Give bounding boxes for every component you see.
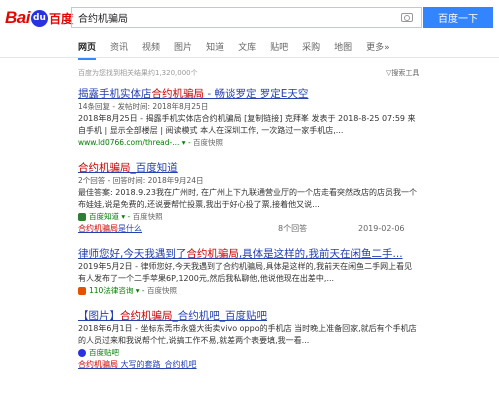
link-text: 是什么 xyxy=(118,224,142,233)
snapshot-link[interactable]: 百度快照 xyxy=(147,286,177,295)
title-text: _合约机吧_百度贴吧 xyxy=(172,310,268,322)
result-meta: 2个回答 - 回答时间: 2018年9月24日 xyxy=(78,176,204,185)
result-abstract: 2019年5月2日 - 律师您好,今天我遇到了合约机骗局,具体是这样的,我前天在… xyxy=(78,262,413,283)
title-text: - 畅谈罗定 罗定E天空 xyxy=(204,88,309,100)
answer-count: 8个回答 xyxy=(278,224,308,233)
results-list: 揭露手机实体店合约机骗局 - 畅谈罗定 罗定E天空 14条回复 - 发帖时间: … xyxy=(78,87,418,383)
result-source-row: 百度知道 ▾ - 百度快照 xyxy=(78,211,418,223)
top-bar: Bai du 百度 合约机骗局 百度一下 xyxy=(0,0,499,36)
camera-icon[interactable] xyxy=(401,13,413,22)
result-item: 律师您好,今天我遇到了合约机骗局,具体是这样的,我前天在闲鱼二手... 2019… xyxy=(78,247,418,297)
related-post-row: 合约机骗局 大写的套路_合约机吧 xyxy=(78,359,418,371)
related-post-link[interactable]: 合约机骗局 大写的套路_合约机吧 xyxy=(78,359,197,371)
search-tools-label: 搜索工具 xyxy=(391,69,420,77)
search-input[interactable]: 合约机骗局 xyxy=(72,10,401,25)
search-box[interactable]: 合约机骗局 xyxy=(71,7,422,28)
result-count: 百度为您找到相关结果约1,320,000个 xyxy=(78,69,198,77)
result-source-row: 110法律咨询 ▾ - 百度快照 xyxy=(78,285,418,297)
zhidao-icon xyxy=(78,213,86,221)
result-abstract: 2018年8月25日 - 揭露手机实体店合约机骗局 [复制链接] 克拜峯 发表于… xyxy=(78,114,416,135)
title-text: _百度知道 xyxy=(130,162,178,174)
search-button[interactable]: 百度一下 xyxy=(423,7,493,28)
title-text: ,具体是这样的,我前天在闲鱼二手... xyxy=(238,248,403,260)
result-source-row: 百度贴吧 xyxy=(78,347,418,359)
tieba-icon xyxy=(78,349,86,357)
title-highlight: 合约机骗局 xyxy=(186,248,239,260)
title-text: 揭露手机实体店 xyxy=(78,88,152,100)
tabs-divider xyxy=(0,57,499,58)
result-title[interactable]: 合约机骗局_百度知道 xyxy=(78,161,418,175)
snapshot-link[interactable]: 百度快照 xyxy=(193,138,223,147)
logo-text-bai: Bai xyxy=(5,8,30,27)
title-highlight: 合约机骗局 xyxy=(78,162,131,174)
paw-icon: du xyxy=(30,9,48,27)
result-title[interactable]: 律师您好,今天我遇到了合约机骗局,具体是这样的,我前天在闲鱼二手... xyxy=(78,247,418,261)
link-text: 大写的套路_合约机吧 xyxy=(118,360,197,369)
title-highlight: 合约机骗局 xyxy=(120,310,173,322)
result-abstract: 最佳答案: 2018.9.23我在广州时, 在广州上下九联通营业厅的一个店走看突… xyxy=(78,188,418,209)
search-tools[interactable]: ▽搜索工具 xyxy=(386,68,419,78)
related-question-row: 合约机骗局是什么 8个回答 2019-02-06 xyxy=(78,223,418,235)
result-source[interactable]: 110法律咨询 ▾ xyxy=(89,286,139,295)
result-url-row: www.ld0766.com/thread-... ▾ - 百度快照 xyxy=(78,138,224,147)
logo-text-cn: 百度 xyxy=(48,11,73,26)
snapshot-link[interactable]: 百度快照 xyxy=(133,212,163,221)
result-source[interactable]: 百度贴吧 xyxy=(89,348,119,357)
law-consult-icon xyxy=(78,287,86,295)
result-meta: 14条回复 - 发帖时间: 2018年8月25日 xyxy=(78,102,209,111)
related-question-link[interactable]: 合约机骗局是什么 xyxy=(78,223,278,235)
result-item: 【图片】合约机骗局_合约机吧_百度贴吧 2018年6月1日 - 坐标东莞市永盛大… xyxy=(78,309,418,371)
result-url[interactable]: www.ld0766.com/thread-... ▾ xyxy=(78,138,186,147)
title-highlight: 合约机骗局 xyxy=(151,88,205,100)
result-source[interactable]: 百度知道 ▾ xyxy=(89,212,125,221)
title-text: 【图片】 xyxy=(78,310,120,322)
result-title[interactable]: 揭露手机实体店合约机骗局 - 畅谈罗定 罗定E天空 xyxy=(78,87,418,101)
result-title[interactable]: 【图片】合约机骗局_合约机吧_百度贴吧 xyxy=(78,309,418,323)
title-text: 律师您好,今天我遇到了 xyxy=(78,248,187,260)
result-item: 揭露手机实体店合约机骗局 - 畅谈罗定 罗定E天空 14条回复 - 发帖时间: … xyxy=(78,87,418,149)
result-abstract: 2018年6月1日 - 坐标东莞市永盛大街卖vivo oppo的手机店 当时晚上… xyxy=(78,324,417,345)
baidu-logo[interactable]: Bai du 百度 xyxy=(5,6,73,30)
link-highlight: 合约机骗局 xyxy=(78,224,118,233)
link-highlight: 合约机骗局 xyxy=(78,360,118,369)
result-item: 合约机骗局_百度知道 2个回答 - 回答时间: 2018年9月24日 最佳答案:… xyxy=(78,161,418,235)
answer-date: 2019-02-06 xyxy=(358,224,405,233)
